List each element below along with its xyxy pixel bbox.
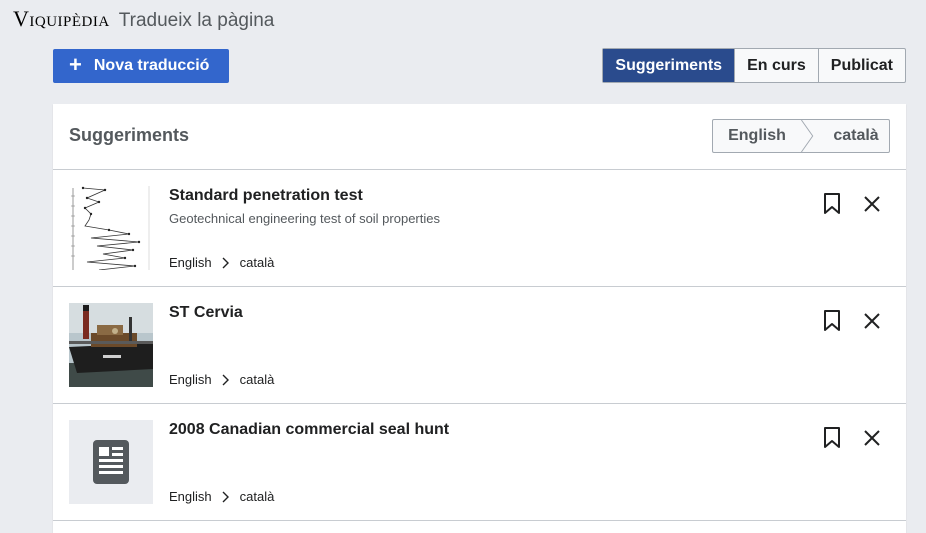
chevron-right-icon [222,491,229,502]
language-selector: English català [712,119,890,153]
target-language-label: català [833,127,879,144]
chevron-right-icon [222,257,229,268]
plus-icon: + [69,52,82,77]
suggestions-panel: Suggeriments English català Standard pen… [53,104,906,533]
tab-in-progress[interactable]: En curs [734,49,818,82]
translation-tabs: Suggeriments En curs Publicat [602,48,906,83]
suggestion-actions [822,427,882,449]
bookmark-icon[interactable] [822,310,842,332]
source-language-label: English [728,127,786,144]
site-header: Viquipèdia Tradueix la pàgina [13,6,274,34]
arrow-separator-icon [801,120,814,152]
chart-thumbnail[interactable] [69,186,153,270]
target-language: català [239,255,275,270]
article-placeholder-thumb[interactable] [69,420,153,504]
suggestion-description: Geotechnical engineering test of soil pr… [169,211,440,226]
suggestion-actions [822,310,882,332]
chevron-right-icon [222,374,229,385]
suggestion-title[interactable]: 2008 Canadian commercial seal hunt [169,421,449,439]
target-language: català [239,372,275,387]
new-translation-button[interactable]: + Nova traducció [53,49,229,83]
close-icon[interactable] [862,193,882,215]
source-language: English [169,255,212,270]
suggestion-actions [822,193,882,215]
page-title: Tradueix la pàgina [118,10,275,31]
tab-published[interactable]: Publicat [817,49,905,82]
suggestion-languages: English català [169,489,274,504]
tab-suggestions[interactable]: Suggeriments [603,49,735,82]
source-language-button[interactable]: English [713,120,801,152]
panel-header: Suggeriments English català [53,104,906,170]
close-icon[interactable] [862,310,882,332]
close-icon[interactable] [862,427,882,449]
suggestion-item[interactable]: ST Cervia English català [53,287,906,404]
bookmark-icon[interactable] [822,427,842,449]
suggestion-item[interactable]: Standard penetration test Geotechnical e… [53,170,906,287]
suggestion-item[interactable]: 2008 Canadian commercial seal hunt Engli… [53,404,906,521]
target-language-button[interactable]: català [815,127,889,145]
suggestion-languages: English català [169,372,274,387]
ship-photo[interactable] [69,303,153,387]
source-language: English [169,372,212,387]
suggestion-languages: English català [169,255,274,270]
suggestion-title[interactable]: Standard penetration test [169,187,363,205]
target-language: català [239,489,275,504]
panel-title: Suggeriments [69,125,190,145]
suggestion-title[interactable]: ST Cervia [169,304,243,322]
bookmark-icon[interactable] [822,193,842,215]
new-translation-label: Nova traducció [93,57,210,74]
article-icon [93,440,129,484]
wikipedia-logo[interactable]: Viquipèdia [13,6,110,32]
source-language: English [169,489,212,504]
